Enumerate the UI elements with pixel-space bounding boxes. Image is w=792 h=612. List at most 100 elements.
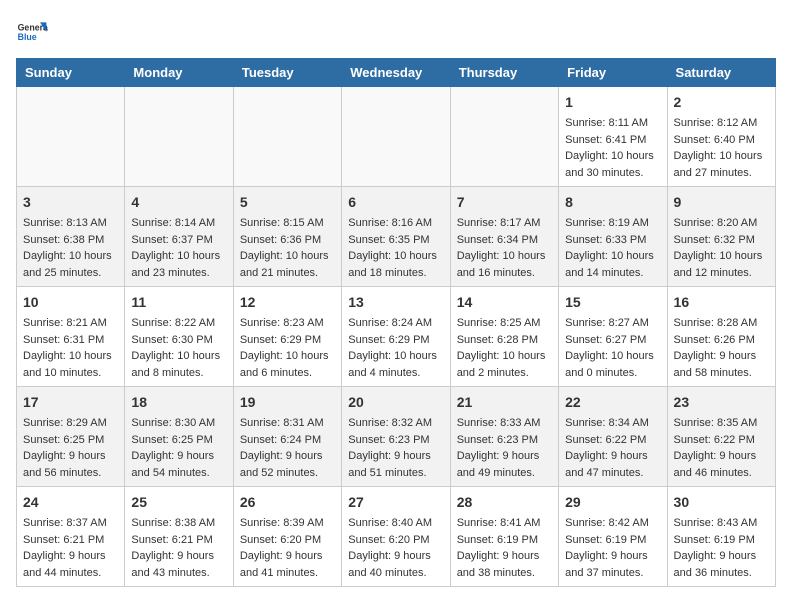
day-number: 8	[565, 192, 660, 213]
day-info: Daylight: 9 hours and 36 minutes.	[674, 548, 769, 581]
day-number: 9	[674, 192, 769, 213]
calendar-cell: 19Sunrise: 8:31 AMSunset: 6:24 PMDayligh…	[233, 387, 341, 487]
day-info: Daylight: 10 hours and 25 minutes.	[23, 248, 118, 281]
calendar-cell: 23Sunrise: 8:35 AMSunset: 6:22 PMDayligh…	[667, 387, 775, 487]
day-info: Sunrise: 8:27 AM	[565, 315, 660, 332]
header-row: SundayMondayTuesdayWednesdayThursdayFrid…	[17, 59, 776, 87]
calendar-cell: 21Sunrise: 8:33 AMSunset: 6:23 PMDayligh…	[450, 387, 558, 487]
column-header-saturday: Saturday	[667, 59, 775, 87]
day-info: Sunset: 6:23 PM	[457, 432, 552, 449]
calendar-cell: 26Sunrise: 8:39 AMSunset: 6:20 PMDayligh…	[233, 487, 341, 587]
day-info: Sunset: 6:24 PM	[240, 432, 335, 449]
week-row-3: 10Sunrise: 8:21 AMSunset: 6:31 PMDayligh…	[17, 287, 776, 387]
day-info: Sunrise: 8:34 AM	[565, 415, 660, 432]
day-number: 25	[131, 492, 226, 513]
day-info: Daylight: 9 hours and 46 minutes.	[674, 448, 769, 481]
day-info: Sunrise: 8:25 AM	[457, 315, 552, 332]
calendar-cell: 16Sunrise: 8:28 AMSunset: 6:26 PMDayligh…	[667, 287, 775, 387]
day-number: 17	[23, 392, 118, 413]
day-info: Sunrise: 8:30 AM	[131, 415, 226, 432]
day-info: Daylight: 9 hours and 52 minutes.	[240, 448, 335, 481]
day-info: Sunset: 6:20 PM	[348, 532, 443, 549]
calendar-cell: 7Sunrise: 8:17 AMSunset: 6:34 PMDaylight…	[450, 187, 558, 287]
day-info: Sunrise: 8:13 AM	[23, 215, 118, 232]
day-info: Sunrise: 8:12 AM	[674, 115, 769, 132]
day-number: 7	[457, 192, 552, 213]
day-number: 28	[457, 492, 552, 513]
day-info: Daylight: 9 hours and 56 minutes.	[23, 448, 118, 481]
day-number: 30	[674, 492, 769, 513]
day-number: 14	[457, 292, 552, 313]
day-info: Daylight: 10 hours and 21 minutes.	[240, 248, 335, 281]
week-row-1: 1Sunrise: 8:11 AMSunset: 6:41 PMDaylight…	[17, 87, 776, 187]
calendar-header: SundayMondayTuesdayWednesdayThursdayFrid…	[17, 59, 776, 87]
day-info: Sunset: 6:21 PM	[23, 532, 118, 549]
day-number: 29	[565, 492, 660, 513]
column-header-tuesday: Tuesday	[233, 59, 341, 87]
day-info: Daylight: 10 hours and 14 minutes.	[565, 248, 660, 281]
week-row-5: 24Sunrise: 8:37 AMSunset: 6:21 PMDayligh…	[17, 487, 776, 587]
day-info: Sunset: 6:38 PM	[23, 232, 118, 249]
day-number: 15	[565, 292, 660, 313]
day-info: Sunrise: 8:24 AM	[348, 315, 443, 332]
day-info: Sunrise: 8:40 AM	[348, 515, 443, 532]
calendar-cell: 17Sunrise: 8:29 AMSunset: 6:25 PMDayligh…	[17, 387, 125, 487]
day-info: Sunrise: 8:14 AM	[131, 215, 226, 232]
day-info: Sunset: 6:25 PM	[131, 432, 226, 449]
day-info: Daylight: 9 hours and 37 minutes.	[565, 548, 660, 581]
day-number: 19	[240, 392, 335, 413]
day-info: Daylight: 10 hours and 30 minutes.	[565, 148, 660, 181]
day-info: Sunrise: 8:16 AM	[348, 215, 443, 232]
day-info: Daylight: 10 hours and 0 minutes.	[565, 348, 660, 381]
day-number: 18	[131, 392, 226, 413]
day-number: 3	[23, 192, 118, 213]
day-info: Sunset: 6:27 PM	[565, 332, 660, 349]
column-header-thursday: Thursday	[450, 59, 558, 87]
day-info: Sunset: 6:26 PM	[674, 332, 769, 349]
calendar-cell: 15 Sunrise: 8:27 AMSunset: 6:27 PMDayligh…	[559, 287, 667, 387]
day-info: Sunset: 6:30 PM	[131, 332, 226, 349]
day-info: Sunset: 6:19 PM	[674, 532, 769, 549]
day-info: Sunset: 6:33 PM	[565, 232, 660, 249]
day-info: Daylight: 9 hours and 38 minutes.	[457, 548, 552, 581]
calendar-cell: 28 Sunrise: 8:41 AMSunset: 6:19 PMDayligh…	[450, 487, 558, 587]
calendar-cell: 6Sunrise: 8:16 AMSunset: 6:35 PMDaylight…	[342, 187, 450, 287]
day-number: 20	[348, 392, 443, 413]
day-info: Daylight: 10 hours and 12 minutes.	[674, 248, 769, 281]
calendar-table: SundayMondayTuesdayWednesdayThursdayFrid…	[16, 58, 776, 587]
day-number: 21	[457, 392, 552, 413]
day-info: Daylight: 10 hours and 18 minutes.	[348, 248, 443, 281]
calendar-cell: 2Sunrise: 8:12 AMSunset: 6:40 PMDaylight…	[667, 87, 775, 187]
calendar-cell: 24Sunrise: 8:37 AMSunset: 6:21 PMDayligh…	[17, 487, 125, 587]
day-info: Sunrise: 8:41 AM	[457, 515, 552, 532]
day-number: 5	[240, 192, 335, 213]
day-info: Sunset: 6:19 PM	[565, 532, 660, 549]
day-number: 27	[348, 492, 443, 513]
day-number: 22	[565, 392, 660, 413]
day-info: Sunrise: 8:42 AM	[565, 515, 660, 532]
day-info: Sunrise: 8:28 AM	[674, 315, 769, 332]
day-info: Sunset: 6:29 PM	[240, 332, 335, 349]
day-info: Sunrise: 8:22 AM	[131, 315, 226, 332]
day-info: Daylight: 10 hours and 6 minutes.	[240, 348, 335, 381]
calendar-cell: 18Sunrise: 8:30 AMSunset: 6:25 PMDayligh…	[125, 387, 233, 487]
day-number: 26	[240, 492, 335, 513]
day-info: Daylight: 9 hours and 51 minutes.	[348, 448, 443, 481]
day-info: Daylight: 10 hours and 23 minutes.	[131, 248, 226, 281]
day-number: 10	[23, 292, 118, 313]
calendar-cell: 29 Sunrise: 8:42 AMSunset: 6:19 PMDayligh…	[559, 487, 667, 587]
column-header-wednesday: Wednesday	[342, 59, 450, 87]
calendar-cell: 8Sunrise: 8:19 AMSunset: 6:33 PMDaylight…	[559, 187, 667, 287]
calendar-cell: 13Sunrise: 8:24 AMSunset: 6:29 PMDayligh…	[342, 287, 450, 387]
day-info: Daylight: 10 hours and 4 minutes.	[348, 348, 443, 381]
day-info: Sunset: 6:41 PM	[565, 132, 660, 149]
logo-icon: General Blue	[16, 16, 48, 48]
calendar-cell	[17, 87, 125, 187]
day-info: Sunset: 6:19 PM	[457, 532, 552, 549]
day-number: 13	[348, 292, 443, 313]
calendar-cell	[233, 87, 341, 187]
calendar-cell: 5Sunrise: 8:15 AMSunset: 6:36 PMDaylight…	[233, 187, 341, 287]
day-info: Daylight: 10 hours and 10 minutes.	[23, 348, 118, 381]
calendar-cell: 14Sunrise: 8:25 AMSunset: 6:28 PMDayligh…	[450, 287, 558, 387]
day-info: Sunset: 6:32 PM	[674, 232, 769, 249]
